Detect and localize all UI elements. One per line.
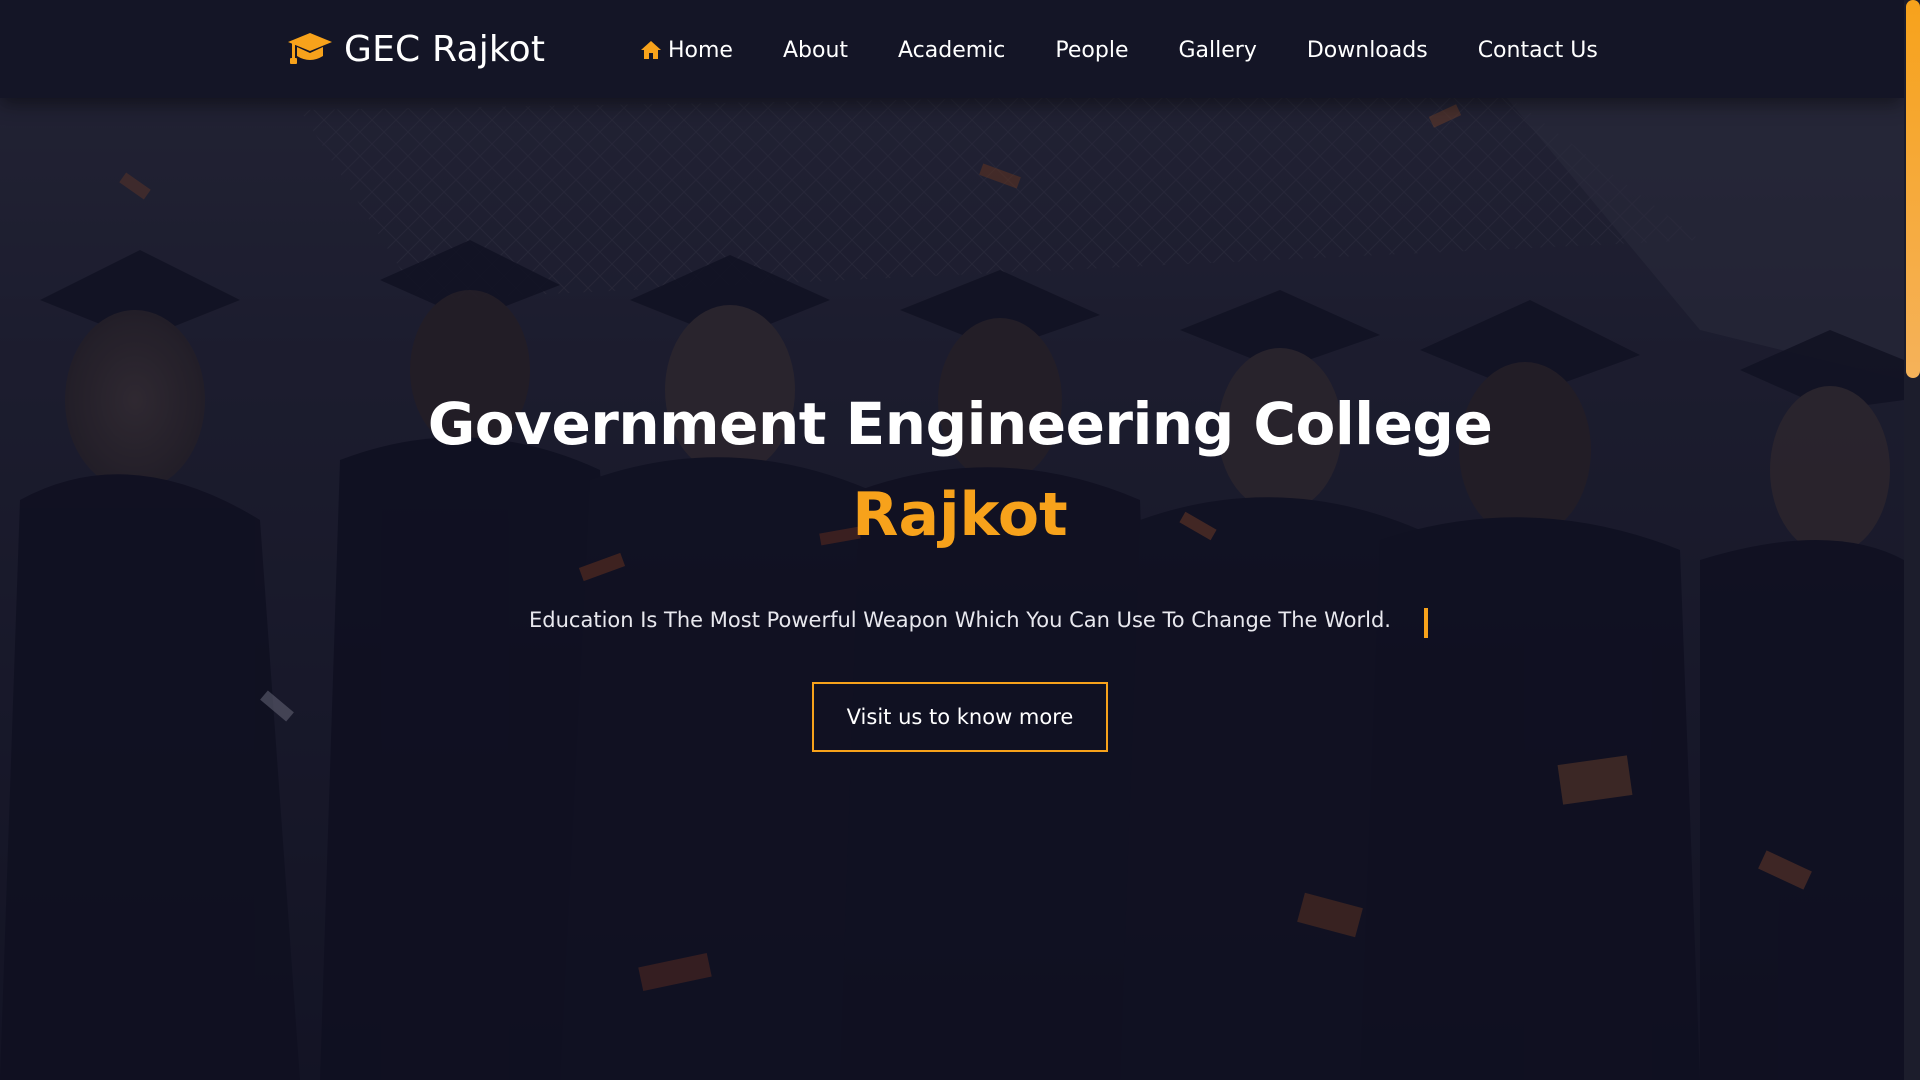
typing-cursor [1424, 608, 1428, 638]
hero-title-accent: Rajkot [852, 480, 1068, 550]
home-icon [641, 41, 661, 59]
nav-item-academic[interactable]: Academic [898, 38, 1005, 63]
nav-item-downloads[interactable]: Downloads [1307, 38, 1428, 63]
nav-item-people-label: People [1055, 37, 1129, 63]
nav-item-gallery-label: Gallery [1178, 37, 1257, 63]
hero-tagline: Education Is The Most Powerful Weapon Wh… [529, 608, 1391, 632]
visit-us-button[interactable]: Visit us to know more [812, 682, 1108, 752]
nav-item-home-label: Home [668, 37, 733, 63]
hero-title: Government Engineering College [427, 390, 1493, 458]
brand-logo[interactable]: GEC Rajkot [286, 26, 545, 72]
nav-item-contact-us-label: Contact Us [1477, 37, 1598, 63]
navbar: GEC Rajkot Home About Academic People Ga… [0, 0, 1904, 98]
brand-name: GEC Rajkot [344, 28, 546, 70]
nav-item-academic-label: Academic [898, 37, 1006, 63]
graduation-cap-icon [288, 33, 332, 64]
page: GEC Rajkot Home About Academic People Ga… [0, 0, 1920, 1080]
hero-content: Government Engineering College Rajkot Ed… [0, 0, 1904, 1080]
main-nav: Home About Academic People Gallery Downl… [640, 30, 1598, 70]
nav-item-home[interactable]: Home [640, 38, 733, 63]
scrollbar-thumb[interactable] [1906, 0, 1920, 378]
nav-item-gallery[interactable]: Gallery [1179, 38, 1257, 63]
nav-item-about-label: About [782, 37, 849, 63]
nav-item-people[interactable]: People [1055, 38, 1128, 63]
nav-item-contact-us[interactable]: Contact Us [1478, 38, 1598, 63]
nav-item-downloads-label: Downloads [1306, 37, 1428, 63]
nav-item-about[interactable]: About [783, 38, 848, 63]
page-scrollbar[interactable] [1904, 0, 1920, 1080]
